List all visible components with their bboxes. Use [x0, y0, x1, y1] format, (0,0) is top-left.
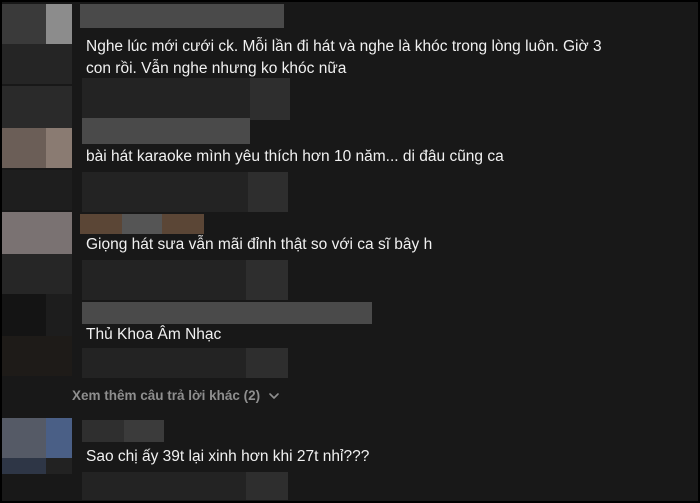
comment-text: Giọng hát sưa vẫn mãi đỉnh thật so với c… — [86, 236, 433, 253]
username-blurred[interactable] — [80, 4, 284, 28]
username-blurred[interactable] — [82, 302, 372, 324]
comment-text-line2: con rồi. Vẫn nghe nhưng ko khóc nữa — [86, 60, 347, 77]
username-blurred[interactable] — [82, 118, 250, 144]
comment-text: bài hát karaoke mình yêu thích hơn 10 nă… — [86, 148, 504, 165]
comment-text: Sao chị ấy 39t lại xinh hơn khi 27t nhỉ?… — [86, 448, 370, 465]
view-more-replies-button[interactable]: Xem thêm câu trả lời khác (2) — [72, 388, 280, 403]
comments-panel: Nghe lúc mới cưới ck. Mỗi lần đi hát và … — [0, 0, 700, 503]
comment-text: Thủ Khoa Âm Nhạc — [86, 326, 222, 343]
comment-text: Nghe lúc mới cưới ck. Mỗi lần đi hát và … — [86, 38, 602, 55]
chevron-down-icon — [269, 392, 279, 399]
view-more-replies-label: Xem thêm câu trả lời khác (2) — [72, 388, 261, 403]
